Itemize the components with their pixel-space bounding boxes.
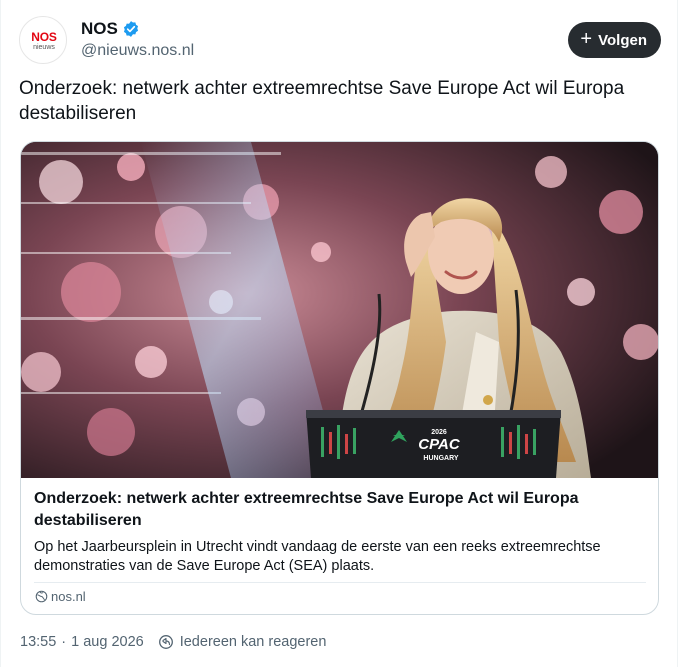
podium-country: HUNGARY bbox=[423, 455, 458, 462]
post-header: NOS nieuws NOS @nieuws.nos.nl + Volgen bbox=[19, 16, 661, 72]
card-photo: 2026 CPAC HUNGARY bbox=[21, 142, 658, 478]
card-image[interactable]: 2026 CPAC HUNGARY bbox=[21, 142, 658, 478]
reply-settings-icon bbox=[158, 635, 173, 649]
card-body: Onderzoek: netwerk achter extreemrechtse… bbox=[34, 488, 646, 576]
follow-button-label: Volgen bbox=[598, 31, 647, 49]
card-source[interactable]: nos.nl bbox=[35, 589, 86, 604]
card-description: Op het Jaarbeursplein in Utrecht vindt v… bbox=[34, 539, 601, 574]
podium-year: 2026 bbox=[431, 429, 447, 436]
account-name[interactable]: NOS bbox=[81, 19, 118, 39]
follow-button[interactable]: + Volgen bbox=[568, 22, 661, 58]
avatar-logo-text: NOS bbox=[31, 30, 57, 44]
tweet-text: Onderzoek: netwerk achter extreemrechtse… bbox=[19, 78, 625, 124]
card-divider bbox=[34, 582, 646, 583]
verified-badge-icon bbox=[123, 21, 138, 37]
post-container: NOS nieuws NOS @nieuws.nos.nl + Volgen O… bbox=[0, 0, 678, 667]
post-meta: 13:55 · 1 aug 2026 Iedereen kan reageren bbox=[20, 634, 326, 650]
card-source-domain: nos.nl bbox=[51, 589, 86, 604]
podium-logo: CPAC bbox=[418, 436, 461, 453]
meta-separator: · bbox=[61, 634, 67, 650]
post-date[interactable]: 1 aug 2026 bbox=[71, 634, 144, 650]
avatar-logo-subtext: nieuws bbox=[33, 44, 55, 51]
plus-icon: + bbox=[580, 28, 593, 50]
globe-icon bbox=[35, 590, 48, 603]
account-handle[interactable]: @nieuws.nos.nl bbox=[81, 42, 194, 60]
card-title[interactable]: Onderzoek: netwerk achter extreemrechtse… bbox=[34, 488, 646, 532]
account-identity: NOS @nieuws.nos.nl bbox=[81, 18, 194, 60]
avatar[interactable]: NOS nieuws bbox=[19, 16, 67, 64]
reply-settings-label: Iedereen kan reageren bbox=[179, 634, 327, 650]
post-time[interactable]: 13:55 bbox=[20, 634, 56, 650]
name-row: NOS bbox=[81, 18, 194, 40]
link-card[interactable]: 2026 CPAC HUNGARY Onderzoek: netwerk ach… bbox=[20, 141, 659, 615]
